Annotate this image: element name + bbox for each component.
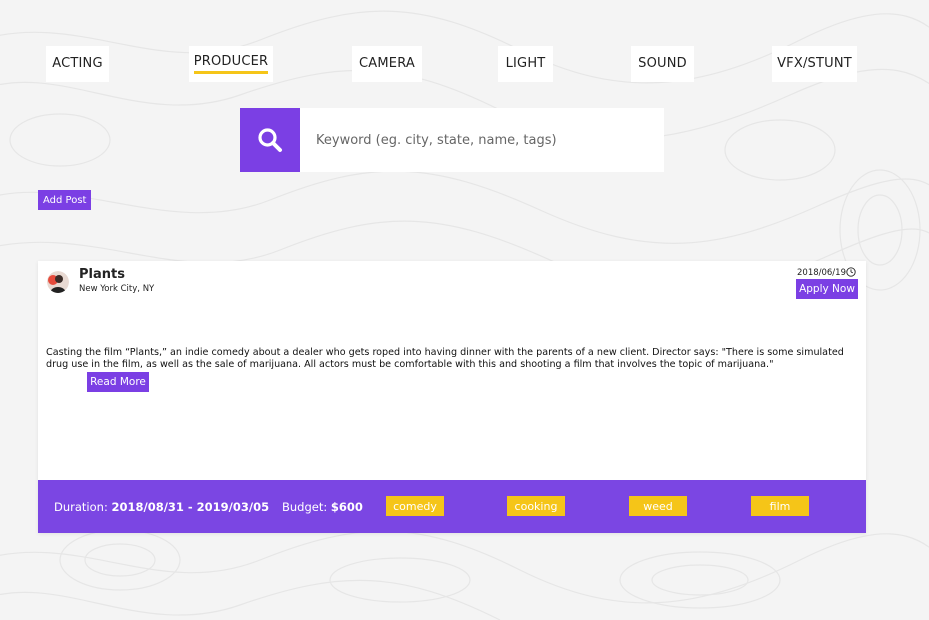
search-input[interactable] bbox=[300, 108, 664, 172]
tab-light[interactable]: LIGHT bbox=[498, 46, 553, 82]
search-button[interactable] bbox=[240, 108, 300, 172]
add-post-button[interactable]: Add Post bbox=[38, 190, 92, 210]
post-description: Casting the film “Plants,” an indie come… bbox=[46, 347, 844, 370]
apply-now-button[interactable]: Apply Now bbox=[796, 279, 858, 299]
tab-camera-label: CAMERA bbox=[359, 55, 415, 71]
search-bar bbox=[240, 108, 664, 172]
avatar bbox=[47, 271, 69, 293]
budget-label: Budget: bbox=[282, 500, 328, 514]
tab-producer[interactable]: PRODUCER bbox=[189, 46, 273, 82]
tab-vfx-stunt[interactable]: VFX/STUNT bbox=[772, 46, 857, 82]
tab-light-label: LIGHT bbox=[505, 55, 546, 71]
budget-value: $600 bbox=[330, 500, 363, 514]
duration-label: Duration: bbox=[54, 500, 108, 514]
duration: Duration: 2018/08/31 - 2019/03/05 bbox=[54, 500, 269, 514]
duration-value: 2018/08/31 - 2019/03/05 bbox=[111, 500, 270, 514]
post-card: Plants New York City, NY 2018/06/19 Appl… bbox=[38, 261, 866, 533]
tab-sound-label: SOUND bbox=[638, 55, 687, 71]
post-date: 2018/06/19 bbox=[797, 268, 846, 278]
post-title[interactable]: Plants bbox=[79, 267, 125, 282]
tab-acting-label: ACTING bbox=[52, 55, 103, 71]
budget: Budget: $600 bbox=[282, 500, 363, 514]
tag-film[interactable]: film bbox=[751, 496, 809, 516]
tag-cooking[interactable]: cooking bbox=[507, 496, 565, 516]
clock-icon bbox=[846, 267, 856, 277]
tab-sound[interactable]: SOUND bbox=[631, 46, 694, 82]
tag-comedy[interactable]: comedy bbox=[386, 496, 444, 516]
post-location: New York City, NY bbox=[79, 284, 155, 294]
read-more-button[interactable]: Read More bbox=[87, 372, 149, 392]
tab-producer-label: PRODUCER bbox=[193, 54, 269, 74]
tab-vfx-stunt-label: VFX/STUNT bbox=[777, 55, 852, 71]
tab-camera[interactable]: CAMERA bbox=[352, 46, 422, 82]
search-icon bbox=[258, 128, 282, 152]
tag-weed[interactable]: weed bbox=[629, 496, 687, 516]
tab-acting[interactable]: ACTING bbox=[46, 46, 109, 82]
post-footer: Duration: 2018/08/31 - 2019/03/05 Budget… bbox=[38, 480, 866, 533]
category-tabs: ACTING PRODUCER CAMERA LIGHT SOUND VFX/S… bbox=[0, 0, 929, 100]
